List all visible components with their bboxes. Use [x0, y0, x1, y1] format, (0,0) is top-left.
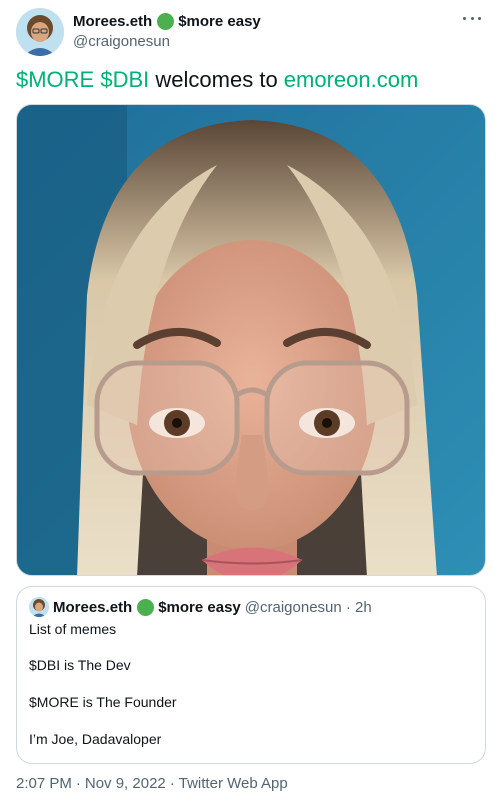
quote-text-line: $DBI is The Dev: [29, 657, 131, 673]
green-circle-badge-icon: [157, 12, 175, 30]
tweet-date[interactable]: Nov 9, 2022: [85, 775, 166, 792]
cashtag-dbi[interactable]: $DBI: [100, 67, 149, 92]
author-display-name[interactable]: Morees.eth: [73, 13, 152, 30]
author-name-row[interactable]: Morees.eth $more easy: [73, 11, 261, 31]
quote-author-name: Morees.eth: [53, 598, 133, 616]
tweet-text-middle: welcomes to: [149, 67, 284, 92]
tweet-time[interactable]: 2:07 PM: [16, 775, 72, 792]
quote-author-avatar: [29, 597, 49, 617]
quote-text-line: $MORE is The Founder: [29, 694, 177, 710]
quote-header: Morees.eth $more easy @craigonesun · 2h: [29, 597, 372, 617]
quote-tweet[interactable]: Morees.eth $more easy @craigonesun · 2h …: [16, 586, 486, 764]
author-handle[interactable]: @craigonesun: [73, 33, 170, 50]
quote-text-line: I’m Joe, Dadavaloper: [29, 731, 162, 747]
author-name-suffix[interactable]: $more easy: [178, 13, 261, 30]
tweet-metadata: 2:07 PM · Nov 9, 2022 · Twitter Web App: [16, 775, 288, 792]
more-horizontal-icon[interactable]: [460, 8, 484, 28]
tweet-media-image[interactable]: [16, 104, 486, 576]
tweet-text: $MORE $DBI welcomes to emoreon.com: [16, 66, 418, 94]
cashtag-more[interactable]: $MORE: [16, 67, 94, 92]
green-circle-badge-icon: [137, 598, 155, 616]
author-avatar[interactable]: [16, 8, 64, 56]
quote-author-suffix: $more easy: [158, 598, 241, 616]
separator: ·: [169, 775, 175, 792]
quote-text-line: List of memes: [29, 621, 117, 637]
separator: ·: [75, 775, 81, 792]
tweet: Morees.eth $more easy @craigonesun $MORE…: [0, 0, 500, 805]
tweet-link[interactable]: emoreon.com: [284, 67, 419, 92]
tweet-source[interactable]: Twitter Web App: [179, 775, 288, 792]
quote-handle-time: @craigonesun · 2h: [244, 598, 372, 616]
